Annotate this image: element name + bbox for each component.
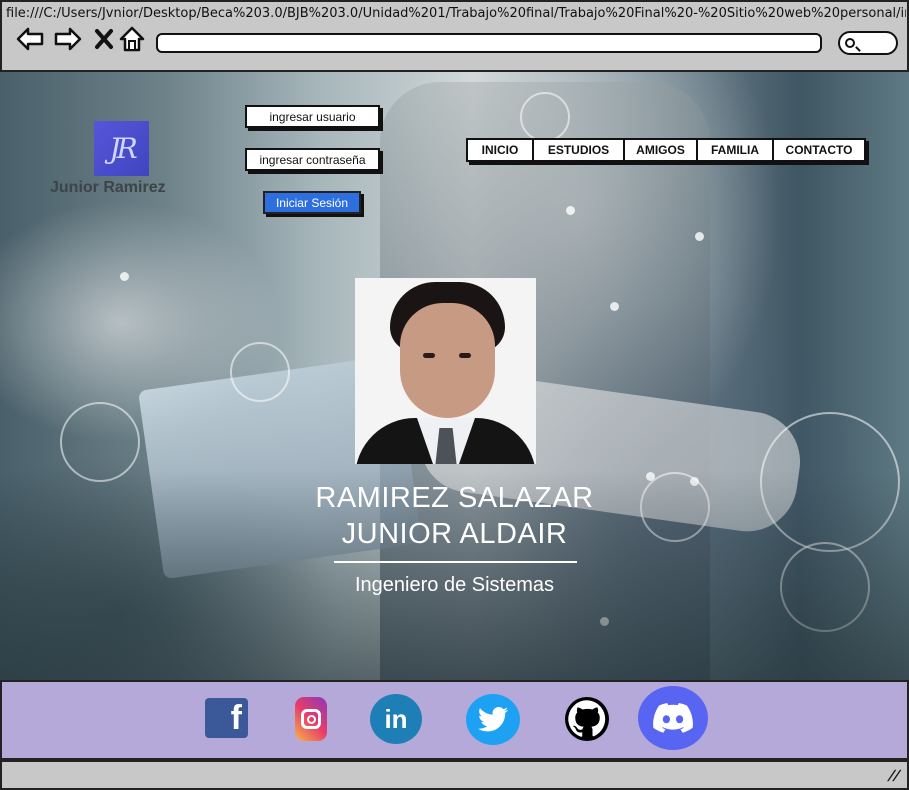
nav-item-familia[interactable]: FAMILIA bbox=[698, 140, 774, 160]
home-icon[interactable] bbox=[118, 26, 146, 52]
footer-social-bar bbox=[0, 680, 909, 760]
search-field[interactable] bbox=[838, 31, 898, 55]
profile-name: RAMIREZ SALAZAR JUNIOR ALDAIR bbox=[250, 480, 659, 552]
nav-item-contacto[interactable]: CONTACTO bbox=[774, 140, 864, 160]
discord-icon[interactable] bbox=[638, 686, 708, 750]
logo-icon[interactable]: JR bbox=[94, 121, 149, 176]
address-bar[interactable] bbox=[156, 33, 822, 53]
linkedin-icon[interactable]: in bbox=[370, 694, 422, 744]
main-nav: INICIO ESTUDIOS AMIGOS FAMILIA CONTACTO bbox=[466, 138, 866, 162]
profile-name-line1: RAMIREZ SALAZAR bbox=[315, 482, 594, 514]
resize-grip-icon[interactable]: // bbox=[886, 768, 902, 784]
twitter-icon[interactable] bbox=[466, 694, 520, 745]
github-icon[interactable] bbox=[565, 697, 609, 741]
forward-arrow-icon[interactable] bbox=[54, 26, 82, 52]
username-input[interactable]: ingresar usuario bbox=[245, 105, 380, 128]
logo-name: Junior Ramirez bbox=[50, 179, 166, 196]
nav-item-inicio[interactable]: INICIO bbox=[468, 140, 534, 160]
profile-role: Ingeniero de Sistemas bbox=[354, 574, 554, 596]
instagram-icon[interactable] bbox=[295, 697, 327, 741]
close-icon[interactable] bbox=[90, 26, 118, 52]
file-path-text: file:///C:/Users/Jvnior/Desktop/Beca%203… bbox=[6, 6, 906, 21]
status-bar: // bbox=[0, 760, 909, 790]
password-input[interactable]: ingresar contraseña bbox=[245, 148, 380, 171]
nav-item-amigos[interactable]: AMIGOS bbox=[625, 140, 698, 160]
nav-item-estudios[interactable]: ESTUDIOS bbox=[534, 140, 625, 160]
login-button[interactable]: Iniciar Sesión bbox=[263, 191, 361, 214]
browser-toolbar: file:///C:/Users/Jvnior/Desktop/Beca%203… bbox=[0, 0, 909, 72]
divider bbox=[334, 561, 577, 563]
back-arrow-icon[interactable] bbox=[16, 26, 44, 52]
facebook-icon[interactable]: f bbox=[205, 698, 248, 738]
profile-name-line2: JUNIOR ALDAIR bbox=[341, 518, 568, 550]
profile-photo bbox=[355, 278, 536, 464]
search-icon bbox=[845, 38, 855, 48]
